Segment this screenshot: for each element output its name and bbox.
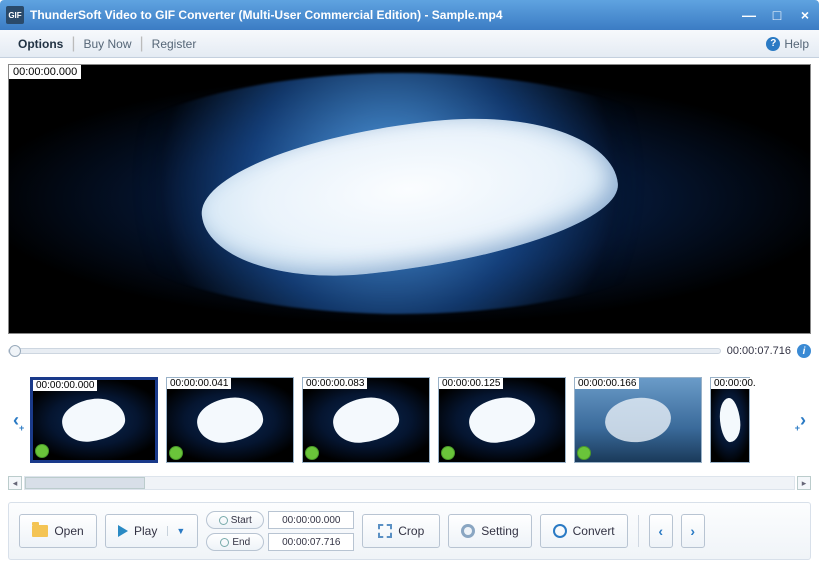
gear-icon <box>461 524 475 538</box>
play-icon <box>118 525 128 537</box>
menu-register[interactable]: Register <box>144 37 205 51</box>
start-time-input[interactable] <box>268 511 354 529</box>
thumbstrip-row: ‹ 00:00:00.000 00:00:00.041 00:00:00.083… <box>8 370 811 470</box>
video-preview[interactable]: 00:00:00.000 <box>8 64 811 334</box>
thumbnail-timestamp: 00:00:00.041 <box>167 378 231 389</box>
menu-buy-now[interactable]: Buy Now <box>75 37 139 51</box>
thumbnail[interactable]: 00:00:00.041 <box>166 377 294 463</box>
thumb-next-add-button[interactable]: ‹ <box>795 410 811 431</box>
prev-frame-button[interactable]: ‹ <box>649 514 673 548</box>
seek-slider[interactable] <box>8 348 721 354</box>
scroll-right-button[interactable]: ▸ <box>797 476 811 490</box>
content-area: 00:00:00.000 00:00:07.716 i ‹ 00:00:00.0… <box>0 58 819 569</box>
thumbnail[interactable]: 00:00:00.166 <box>574 377 702 463</box>
clock-badge-icon <box>441 446 455 460</box>
start-label: Start <box>231 515 252 526</box>
help-label: Help <box>784 37 809 51</box>
button-panel: Open Play ▼ Start End <box>8 502 811 560</box>
preview-frame <box>9 65 810 333</box>
menu-options[interactable]: Options <box>10 37 71 51</box>
clock-badge-icon <box>169 446 183 460</box>
open-label: Open <box>54 524 83 538</box>
setting-label: Setting <box>481 524 518 538</box>
next-frame-button[interactable]: › <box>681 514 705 548</box>
maximize-button[interactable]: □ <box>769 7 785 23</box>
clock-icon <box>220 538 229 547</box>
thumbnail-timestamp: 00:00:00.125 <box>439 378 503 389</box>
preview-timestamp: 00:00:00.000 <box>9 65 81 79</box>
minimize-button[interactable]: — <box>741 7 757 23</box>
clock-badge-icon <box>35 444 49 458</box>
thumbnail[interactable]: 00:00:00.125 <box>438 377 566 463</box>
convert-icon <box>553 524 567 538</box>
app-icon: GIF <box>6 6 24 24</box>
window-title: ThunderSoft Video to GIF Converter (Mult… <box>30 8 741 22</box>
crop-button[interactable]: Crop <box>362 514 440 548</box>
seek-thumb[interactable] <box>9 345 21 357</box>
clock-icon <box>219 516 228 525</box>
play-label: Play <box>134 524 157 538</box>
separator <box>638 515 639 547</box>
open-button[interactable]: Open <box>19 514 97 548</box>
clock-badge-icon <box>577 446 591 460</box>
crop-label: Crop <box>398 524 424 538</box>
scroll-left-button[interactable]: ◂ <box>8 476 22 490</box>
clock-badge-icon <box>305 446 319 460</box>
end-label: End <box>232 537 250 548</box>
convert-label: Convert <box>573 524 615 538</box>
window-controls: — □ × <box>741 7 813 23</box>
convert-button[interactable]: Convert <box>540 514 628 548</box>
timeline-row: 00:00:07.716 i <box>8 338 811 364</box>
start-button[interactable]: Start <box>206 511 264 529</box>
help-button[interactable]: ? Help <box>766 37 809 51</box>
menubar: Options | Buy Now | Register ? Help <box>0 30 819 58</box>
thumbnail-timestamp: 00:00:00.000 <box>33 380 97 391</box>
play-dropdown-arrow[interactable]: ▼ <box>167 526 185 536</box>
thumbnail-timestamp: 00:00:00.083 <box>303 378 367 389</box>
thumbnail[interactable]: 00:00:00.000 <box>30 377 158 463</box>
thumbnail[interactable]: 00:00:00.083 <box>302 377 430 463</box>
start-end-group: Start End <box>206 511 354 551</box>
setting-button[interactable]: Setting <box>448 514 531 548</box>
thumb-prev-add-button[interactable]: ‹ <box>8 410 24 431</box>
total-duration: 00:00:07.716 <box>727 345 791 357</box>
folder-icon <box>32 525 48 537</box>
crop-icon <box>378 524 392 538</box>
thumbstrip: 00:00:00.000 00:00:00.041 00:00:00.083 0… <box>26 377 793 463</box>
thumbnail-timestamp: 00:00:00.166 <box>575 378 639 389</box>
thumb-scrollbar: ◂ ▸ <box>8 474 811 492</box>
play-button[interactable]: Play ▼ <box>105 514 198 548</box>
thumbnail-timestamp: 00:00:00. <box>711 378 759 389</box>
scroll-thumb[interactable] <box>25 477 145 489</box>
titlebar: GIF ThunderSoft Video to GIF Converter (… <box>0 0 819 30</box>
info-icon[interactable]: i <box>797 344 811 358</box>
end-button[interactable]: End <box>206 533 264 551</box>
help-icon: ? <box>766 37 780 51</box>
end-time-input[interactable] <box>268 533 354 551</box>
thumbnail[interactable]: 00:00:00. <box>710 377 750 463</box>
scroll-track[interactable] <box>24 476 795 490</box>
close-button[interactable]: × <box>797 7 813 23</box>
